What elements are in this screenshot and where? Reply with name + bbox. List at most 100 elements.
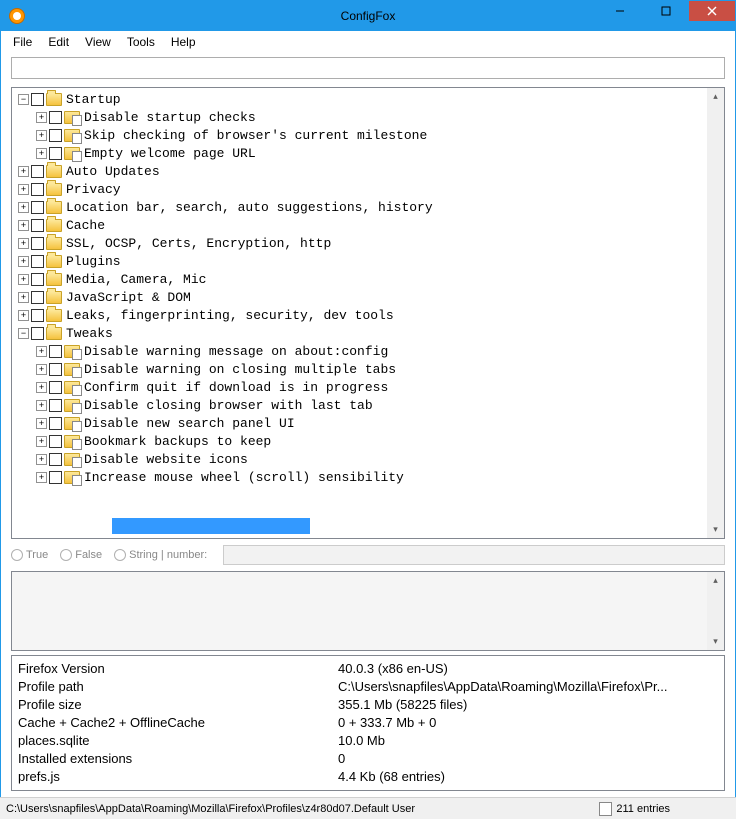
- tree-row[interactable]: +Plugins: [12, 252, 724, 270]
- scrollbar[interactable]: ▴ ▾: [707, 88, 724, 538]
- info-key: Profile path: [18, 678, 338, 696]
- radio-false[interactable]: False: [60, 549, 102, 561]
- menu-help[interactable]: Help: [163, 33, 204, 51]
- tree-row[interactable]: +Cache: [12, 216, 724, 234]
- info-key: Profile size: [18, 696, 338, 714]
- tree-label: Location bar, search, auto suggestions, …: [66, 200, 433, 215]
- tree-row[interactable]: +Disable new search panel UI: [12, 414, 724, 432]
- tree-row[interactable]: +Disable startup checks: [12, 108, 724, 126]
- checkbox[interactable]: [49, 381, 62, 394]
- expand-icon[interactable]: +: [18, 274, 29, 285]
- scroll-down-icon[interactable]: ▾: [707, 633, 724, 650]
- folder-icon: [46, 201, 62, 214]
- collapse-icon[interactable]: −: [18, 94, 29, 105]
- checkbox[interactable]: [31, 255, 44, 268]
- info-value: 355.1 Mb (58225 files): [338, 696, 467, 714]
- tree-row[interactable]: −Startup: [12, 90, 724, 108]
- value-input[interactable]: [223, 545, 725, 565]
- folder-icon: [46, 273, 62, 286]
- config-tree[interactable]: −Startup+Disable startup checks+Skip che…: [12, 88, 724, 488]
- checkbox[interactable]: [49, 363, 62, 376]
- expand-icon[interactable]: +: [18, 256, 29, 267]
- menu-file[interactable]: File: [5, 33, 40, 51]
- expand-icon[interactable]: +: [36, 418, 47, 429]
- info-row: places.sqlite10.0 Mb: [18, 732, 718, 750]
- tree-row[interactable]: + Disable warning message on about:config: [12, 342, 724, 360]
- checkbox[interactable]: [31, 93, 44, 106]
- search-input[interactable]: [11, 57, 725, 79]
- checkbox[interactable]: [49, 147, 62, 160]
- selection-highlight: [112, 518, 310, 534]
- expand-icon[interactable]: +: [18, 310, 29, 321]
- checkbox[interactable]: [31, 291, 44, 304]
- tree-row[interactable]: +Increase mouse wheel (scroll) sensibili…: [12, 468, 724, 486]
- checkbox[interactable]: [31, 327, 44, 340]
- tree-row[interactable]: +Bookmark backups to keep: [12, 432, 724, 450]
- menu-edit[interactable]: Edit: [40, 33, 77, 51]
- expand-icon[interactable]: +: [18, 238, 29, 249]
- expand-icon[interactable]: +: [36, 112, 47, 123]
- checkbox[interactable]: [31, 273, 44, 286]
- titlebar[interactable]: ConfigFox: [1, 1, 735, 31]
- expand-icon[interactable]: +: [36, 436, 47, 447]
- scroll-up-icon[interactable]: ▴: [707, 572, 724, 589]
- tree-row[interactable]: +Confirm quit if download is in progress: [12, 378, 724, 396]
- tree-label: Disable warning message on about:config: [84, 344, 388, 359]
- scroll-up-icon[interactable]: ▴: [707, 88, 724, 105]
- expand-icon[interactable]: +: [36, 364, 47, 375]
- tree-row[interactable]: +Disable closing browser with last tab: [12, 396, 724, 414]
- checkbox[interactable]: [49, 471, 62, 484]
- radio-string[interactable]: String | number:: [114, 549, 207, 561]
- checkbox[interactable]: [49, 435, 62, 448]
- checkbox[interactable]: [31, 309, 44, 322]
- tree-row[interactable]: + Leaks, fingerprinting, security, dev to…: [12, 306, 724, 324]
- tree-row[interactable]: +Empty welcome page URL: [12, 144, 724, 162]
- info-key: Installed extensions: [18, 750, 338, 768]
- checkbox[interactable]: [31, 237, 44, 250]
- tree-row[interactable]: +Disable warning on closing multiple tab…: [12, 360, 724, 378]
- expand-icon[interactable]: +: [18, 184, 29, 195]
- tree-row[interactable]: + Location bar, search, auto suggestions,…: [12, 198, 724, 216]
- radio-true[interactable]: True: [11, 549, 48, 561]
- checkbox[interactable]: [49, 129, 62, 142]
- checkbox[interactable]: [31, 165, 44, 178]
- tree-row[interactable]: +Auto Updates: [12, 162, 724, 180]
- menu-tools[interactable]: Tools: [119, 33, 163, 51]
- tree-row[interactable]: +JavaScript & DOM: [12, 288, 724, 306]
- checkbox[interactable]: [31, 201, 44, 214]
- tree-row[interactable]: +SSL, OCSP, Certs, Encryption, http: [12, 234, 724, 252]
- checkbox[interactable]: [49, 417, 62, 430]
- close-button[interactable]: [689, 1, 735, 21]
- expand-icon[interactable]: +: [18, 220, 29, 231]
- window-title: ConfigFox: [341, 9, 396, 23]
- expand-icon[interactable]: +: [18, 202, 29, 213]
- expand-icon[interactable]: +: [36, 346, 47, 357]
- expand-icon[interactable]: +: [36, 382, 47, 393]
- expand-icon[interactable]: +: [18, 292, 29, 303]
- tree-label: Leaks, fingerprinting, security, dev too…: [66, 308, 394, 323]
- maximize-button[interactable]: [643, 1, 689, 21]
- details-scrollbar[interactable]: ▴ ▾: [707, 572, 724, 650]
- checkbox[interactable]: [49, 453, 62, 466]
- checkbox[interactable]: [31, 183, 44, 196]
- tree-row[interactable]: +Disable website icons: [12, 450, 724, 468]
- expand-icon[interactable]: +: [36, 454, 47, 465]
- tree-row[interactable]: +Skip checking of browser's current mile…: [12, 126, 724, 144]
- tree-row[interactable]: −Tweaks: [12, 324, 724, 342]
- minimize-button[interactable]: [597, 1, 643, 21]
- menu-view[interactable]: View: [77, 33, 119, 51]
- checkbox[interactable]: [49, 399, 62, 412]
- expand-icon[interactable]: +: [36, 472, 47, 483]
- collapse-icon[interactable]: −: [18, 328, 29, 339]
- scroll-down-icon[interactable]: ▾: [707, 521, 724, 538]
- tree-label: Media, Camera, Mic: [66, 272, 206, 287]
- expand-icon[interactable]: +: [36, 130, 47, 141]
- expand-icon[interactable]: +: [18, 166, 29, 177]
- checkbox[interactable]: [49, 111, 62, 124]
- expand-icon[interactable]: +: [36, 148, 47, 159]
- checkbox[interactable]: [49, 345, 62, 358]
- expand-icon[interactable]: +: [36, 400, 47, 411]
- tree-row[interactable]: + Media, Camera, Mic: [12, 270, 724, 288]
- tree-row[interactable]: +Privacy: [12, 180, 724, 198]
- checkbox[interactable]: [31, 219, 44, 232]
